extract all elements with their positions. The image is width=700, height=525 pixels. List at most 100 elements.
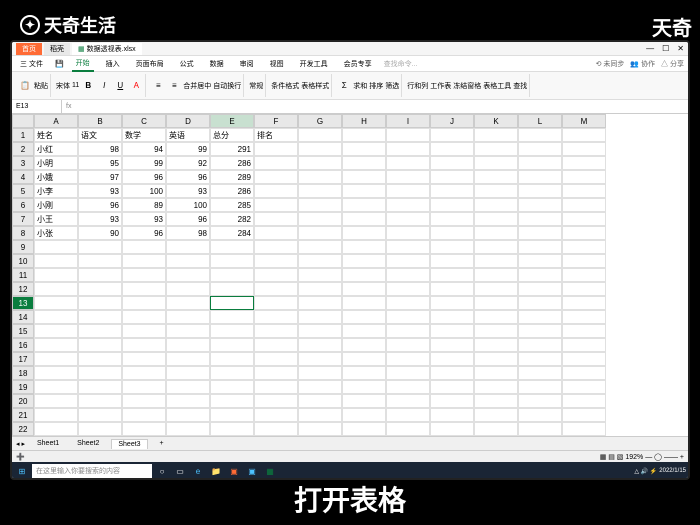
zoom-level[interactable]: 192% <box>625 454 643 461</box>
cell-L5[interactable] <box>518 184 562 198</box>
cell-H2[interactable] <box>342 142 386 156</box>
cell-K19[interactable] <box>474 380 518 394</box>
row-col-button[interactable]: 行和列 <box>407 81 428 91</box>
cell-C22[interactable] <box>122 422 166 436</box>
col-head-F[interactable]: F <box>254 114 298 128</box>
cell-G1[interactable] <box>298 128 342 142</box>
cell-B10[interactable] <box>78 254 122 268</box>
cell-I11[interactable] <box>386 268 430 282</box>
cell-E18[interactable] <box>210 366 254 380</box>
cortana-icon[interactable]: ○ <box>154 464 170 478</box>
cell-K20[interactable] <box>474 394 518 408</box>
cell-H6[interactable] <box>342 198 386 212</box>
cell-F21[interactable] <box>254 408 298 422</box>
maximize-icon[interactable]: ☐ <box>662 44 669 53</box>
cell-L6[interactable] <box>518 198 562 212</box>
cell-K9[interactable] <box>474 240 518 254</box>
cell-E21[interactable] <box>210 408 254 422</box>
cell-C17[interactable] <box>122 352 166 366</box>
cell-M1[interactable] <box>562 128 606 142</box>
cell-F6[interactable] <box>254 198 298 212</box>
cell-L8[interactable] <box>518 226 562 240</box>
ribbon-tab-start[interactable]: 开始 <box>72 56 94 72</box>
cell-K5[interactable] <box>474 184 518 198</box>
cell-K15[interactable] <box>474 324 518 338</box>
cell-B18[interactable] <box>78 366 122 380</box>
cell-C6[interactable]: 89 <box>122 198 166 212</box>
cell-H5[interactable] <box>342 184 386 198</box>
cell-H13[interactable] <box>342 296 386 310</box>
filter-button[interactable]: 筛选 <box>385 81 399 91</box>
cell-B4[interactable]: 97 <box>78 170 122 184</box>
cell-C1[interactable]: 数学 <box>122 128 166 142</box>
ribbon-search[interactable]: 查找命令... <box>384 59 418 69</box>
cell-H9[interactable] <box>342 240 386 254</box>
sheet-tab-1[interactable]: Sheet1 <box>31 439 65 448</box>
ribbon-tab-dev[interactable]: 开发工具 <box>296 57 332 71</box>
align-center-icon[interactable]: ≡ <box>167 79 181 93</box>
cell-K13[interactable] <box>474 296 518 310</box>
row-head-9[interactable]: 9 <box>12 240 34 254</box>
file-menu[interactable]: 三 文件 <box>16 57 47 71</box>
col-head-M[interactable]: M <box>562 114 606 128</box>
cell-C2[interactable]: 94 <box>122 142 166 156</box>
cell-E17[interactable] <box>210 352 254 366</box>
font-color-icon[interactable]: A <box>129 79 143 93</box>
cell-H4[interactable] <box>342 170 386 184</box>
cell-A9[interactable] <box>34 240 78 254</box>
row-head-3[interactable]: 3 <box>12 156 34 170</box>
cell-A7[interactable]: 小王 <box>34 212 78 226</box>
row-head-22[interactable]: 22 <box>12 422 34 436</box>
cell-D13[interactable] <box>166 296 210 310</box>
tools-button[interactable]: 表格工具 <box>483 81 511 91</box>
cond-format-button[interactable]: 条件格式 <box>271 81 299 91</box>
cell-K8[interactable] <box>474 226 518 240</box>
cell-E19[interactable] <box>210 380 254 394</box>
cell-L20[interactable] <box>518 394 562 408</box>
sheet-tab-2[interactable]: Sheet2 <box>71 439 105 448</box>
fx-icon[interactable]: fx <box>62 103 75 110</box>
cell-F19[interactable] <box>254 380 298 394</box>
cell-C19[interactable] <box>122 380 166 394</box>
cell-F7[interactable] <box>254 212 298 226</box>
cell-K11[interactable] <box>474 268 518 282</box>
cell-E10[interactable] <box>210 254 254 268</box>
cell-E8[interactable]: 284 <box>210 226 254 240</box>
cell-H12[interactable] <box>342 282 386 296</box>
cell-C18[interactable] <box>122 366 166 380</box>
cell-L2[interactable] <box>518 142 562 156</box>
cell-C12[interactable] <box>122 282 166 296</box>
table-style-button[interactable]: 表格样式 <box>301 81 329 91</box>
cell-J3[interactable] <box>430 156 474 170</box>
row-head-15[interactable]: 15 <box>12 324 34 338</box>
cell-I1[interactable] <box>386 128 430 142</box>
cell-D8[interactable]: 98 <box>166 226 210 240</box>
cell-F12[interactable] <box>254 282 298 296</box>
cell-E6[interactable]: 285 <box>210 198 254 212</box>
find-button[interactable]: 查找 <box>513 81 527 91</box>
sum-icon[interactable]: Σ <box>337 79 351 93</box>
cell-E16[interactable] <box>210 338 254 352</box>
cell-A6[interactable]: 小刚 <box>34 198 78 212</box>
row-head-12[interactable]: 12 <box>12 282 34 296</box>
cell-G4[interactable] <box>298 170 342 184</box>
cell-G17[interactable] <box>298 352 342 366</box>
paste-button[interactable]: 📋 <box>18 79 32 93</box>
cell-D1[interactable]: 英语 <box>166 128 210 142</box>
cell-M19[interactable] <box>562 380 606 394</box>
cell-K3[interactable] <box>474 156 518 170</box>
cell-E22[interactable] <box>210 422 254 436</box>
ribbon-tab-review[interactable]: 审阅 <box>236 57 258 71</box>
cell-A10[interactable] <box>34 254 78 268</box>
cell-H20[interactable] <box>342 394 386 408</box>
cell-A8[interactable]: 小张 <box>34 226 78 240</box>
cell-G6[interactable] <box>298 198 342 212</box>
cell-H1[interactable] <box>342 128 386 142</box>
cell-B22[interactable] <box>78 422 122 436</box>
close-icon[interactable]: ✕ <box>677 44 684 53</box>
minimize-icon[interactable]: — <box>646 44 654 53</box>
cell-H7[interactable] <box>342 212 386 226</box>
cell-M22[interactable] <box>562 422 606 436</box>
cell-E9[interactable] <box>210 240 254 254</box>
share-button[interactable]: △ 分享 <box>661 59 684 69</box>
